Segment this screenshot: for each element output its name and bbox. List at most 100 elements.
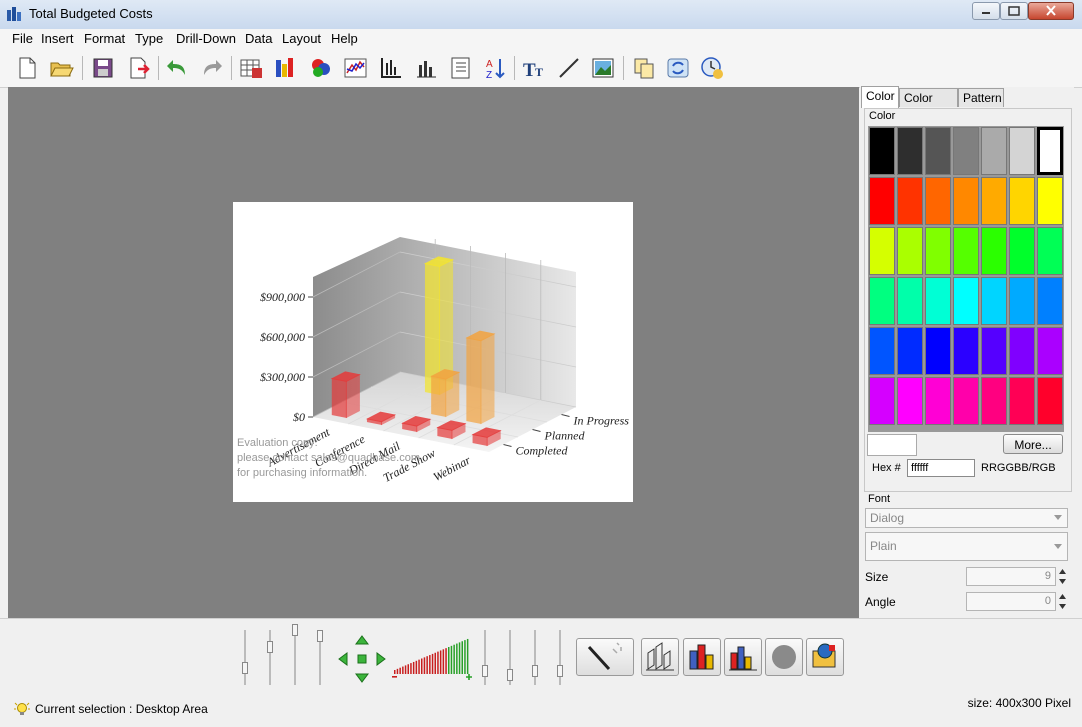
maximize-button[interactable] bbox=[1000, 2, 1028, 20]
color-swatch[interactable] bbox=[953, 277, 979, 325]
menu-type[interactable]: Type bbox=[135, 31, 163, 46]
color-swatch[interactable] bbox=[953, 327, 979, 375]
color-swatch[interactable] bbox=[897, 177, 923, 225]
color-swatch[interactable] bbox=[953, 127, 979, 175]
color-swatch[interactable] bbox=[869, 377, 895, 425]
color-swatch[interactable] bbox=[1009, 127, 1035, 175]
menu-data[interactable]: Data bbox=[245, 31, 272, 46]
color-swatch[interactable] bbox=[1009, 377, 1035, 425]
color-button[interactable] bbox=[308, 55, 334, 81]
color-swatch[interactable] bbox=[897, 127, 923, 175]
color-swatch[interactable] bbox=[925, 127, 951, 175]
color-swatch[interactable] bbox=[981, 127, 1007, 175]
color-swatch[interactable] bbox=[981, 277, 1007, 325]
color-swatch[interactable] bbox=[1037, 277, 1063, 325]
data-table-button[interactable] bbox=[238, 55, 264, 81]
slider-thumb[interactable] bbox=[317, 630, 323, 642]
color-swatch[interactable] bbox=[953, 377, 979, 425]
font-size-spinner[interactable]: 9 bbox=[966, 567, 1056, 586]
data-labels-button[interactable] bbox=[413, 55, 439, 81]
menu-drill-down[interactable]: Drill-Down bbox=[176, 31, 236, 46]
color-swatch[interactable] bbox=[1009, 227, 1035, 275]
color-swatch[interactable] bbox=[869, 127, 895, 175]
color-swatch[interactable] bbox=[1037, 327, 1063, 375]
auto-refresh-button[interactable] bbox=[699, 55, 725, 81]
export-button[interactable] bbox=[126, 55, 152, 81]
color-swatch[interactable] bbox=[897, 277, 923, 325]
color-swatch[interactable] bbox=[953, 177, 979, 225]
hex-input[interactable] bbox=[907, 459, 975, 477]
menu-help[interactable]: Help bbox=[331, 31, 358, 46]
bar-planned[interactable] bbox=[430, 368, 461, 418]
font-style-select[interactable]: Plain bbox=[865, 532, 1068, 561]
color-swatch[interactable] bbox=[869, 177, 895, 225]
lighting-button[interactable] bbox=[765, 638, 803, 676]
color-swatch[interactable] bbox=[869, 277, 895, 325]
color-swatch[interactable] bbox=[953, 227, 979, 275]
slider-thumb[interactable] bbox=[532, 665, 538, 677]
minimize-button[interactable] bbox=[972, 2, 1000, 20]
save-button[interactable] bbox=[90, 55, 116, 81]
color-swatch[interactable] bbox=[1037, 177, 1063, 225]
legend-button[interactable] bbox=[448, 55, 474, 81]
redo-button[interactable] bbox=[198, 55, 224, 81]
tab-pattern[interactable]: Pattern bbox=[958, 88, 1004, 107]
color-swatch[interactable] bbox=[925, 177, 951, 225]
color-swatch[interactable] bbox=[869, 227, 895, 275]
new-file-button[interactable] bbox=[14, 55, 40, 81]
line-chart-button[interactable] bbox=[343, 55, 369, 81]
color-swatch[interactable] bbox=[981, 177, 1007, 225]
3d-view-button[interactable] bbox=[641, 638, 679, 676]
menu-layout[interactable]: Layout bbox=[282, 31, 321, 46]
menu-file[interactable]: File bbox=[12, 31, 33, 46]
font-angle-spinner[interactable]: 0 bbox=[966, 592, 1056, 611]
color-swatch[interactable] bbox=[981, 377, 1007, 425]
color-swatch[interactable] bbox=[925, 327, 951, 375]
3d-color-chart-button[interactable] bbox=[683, 638, 721, 676]
rotate-mode-button[interactable] bbox=[576, 638, 634, 676]
color-palette[interactable] bbox=[868, 126, 1064, 432]
copy-button[interactable] bbox=[631, 55, 657, 81]
bar-chart-3d[interactable]: $0$300,000$600,000$900,000 Advertisement… bbox=[233, 202, 633, 502]
navigation-pad[interactable] bbox=[337, 634, 387, 684]
tab-color-set[interactable]: Color Set bbox=[899, 88, 958, 124]
chart-settings-button[interactable] bbox=[806, 638, 844, 676]
bar-completed[interactable] bbox=[330, 371, 361, 419]
zoom-control[interactable] bbox=[390, 638, 475, 680]
slider-thumb[interactable] bbox=[482, 665, 488, 677]
slider-thumb[interactable] bbox=[267, 641, 273, 653]
3d-stacked-chart-button[interactable] bbox=[724, 638, 762, 676]
slider-thumb[interactable] bbox=[292, 624, 298, 636]
insert-image-button[interactable] bbox=[590, 55, 616, 81]
axis-button[interactable] bbox=[378, 55, 404, 81]
color-swatch[interactable] bbox=[981, 327, 1007, 375]
font-family-select[interactable]: Dialog bbox=[865, 508, 1068, 528]
color-swatch[interactable] bbox=[981, 227, 1007, 275]
insert-line-button[interactable] bbox=[556, 55, 582, 81]
font-angle-stepper[interactable] bbox=[1057, 592, 1068, 611]
open-file-button[interactable] bbox=[48, 55, 74, 81]
chart-type-button[interactable] bbox=[273, 55, 299, 81]
color-swatch[interactable] bbox=[1009, 177, 1035, 225]
insert-text-button[interactable]: TT bbox=[521, 55, 547, 81]
color-swatch[interactable] bbox=[869, 327, 895, 375]
menu-insert[interactable]: Insert bbox=[41, 31, 74, 46]
color-swatch[interactable] bbox=[1037, 227, 1063, 275]
color-swatch[interactable] bbox=[925, 227, 951, 275]
slider-thumb[interactable] bbox=[557, 665, 563, 677]
tab-color[interactable]: Color bbox=[861, 86, 899, 108]
font-size-stepper[interactable] bbox=[1057, 567, 1068, 586]
color-swatch[interactable] bbox=[1037, 377, 1063, 425]
color-swatch[interactable] bbox=[1009, 327, 1035, 375]
more-colors-button[interactable]: More... bbox=[1003, 434, 1063, 454]
slider-thumb[interactable] bbox=[507, 669, 513, 681]
color-swatch[interactable] bbox=[925, 377, 951, 425]
slider-thumb[interactable] bbox=[242, 662, 248, 674]
menu-format[interactable]: Format bbox=[84, 31, 125, 46]
color-swatch[interactable] bbox=[897, 377, 923, 425]
chart-canvas[interactable]: $0 $300,000 $600,000 $900,000 Advertisement… bbox=[233, 202, 633, 502]
color-swatch[interactable] bbox=[897, 327, 923, 375]
close-button[interactable] bbox=[1028, 2, 1074, 20]
color-swatch[interactable] bbox=[1037, 127, 1063, 175]
color-swatch[interactable] bbox=[897, 227, 923, 275]
